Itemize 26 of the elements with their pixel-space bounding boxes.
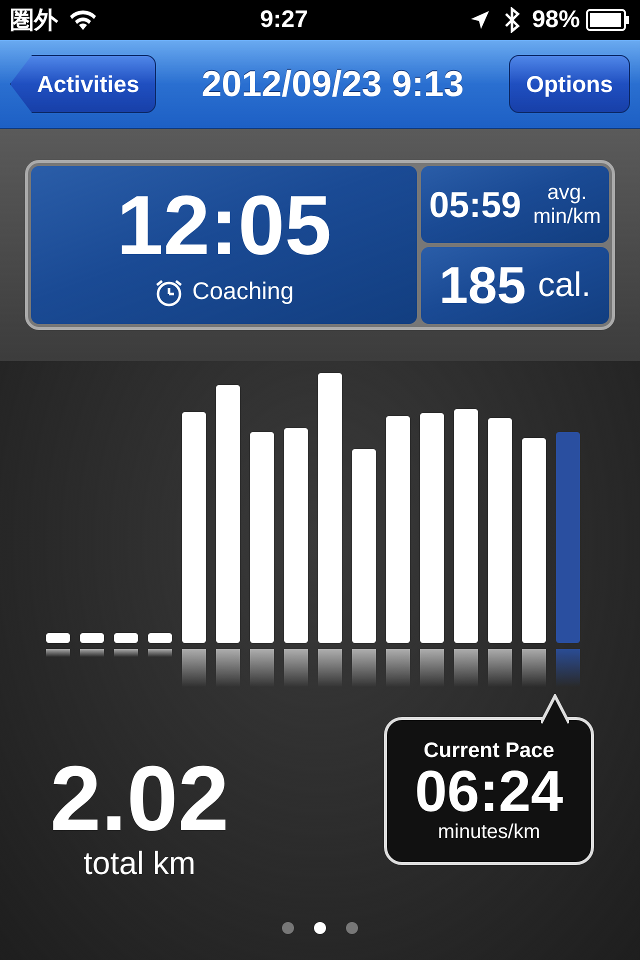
duration-value: 12:05 <box>116 183 332 267</box>
bluetooth-icon <box>504 7 520 33</box>
current-pace-unit: minutes/km <box>438 820 540 844</box>
distance-value: 2.02 <box>50 753 230 845</box>
status-time: 9:27 <box>260 6 308 34</box>
battery-level: 98% <box>532 6 580 34</box>
calories-value: 185 <box>439 256 526 316</box>
current-pace-value: 06:24 <box>414 762 564 820</box>
coaching-label: Coaching <box>192 278 294 306</box>
options-button[interactable]: Options <box>509 55 630 113</box>
page-dot[interactable] <box>314 922 326 934</box>
avg-pace-value: 05:59 <box>429 184 522 226</box>
page-dot[interactable] <box>346 922 358 934</box>
current-pace-title: Current Pace <box>424 738 554 762</box>
location-icon <box>470 10 490 30</box>
avg-label: avg. <box>547 180 587 204</box>
battery-icon <box>586 9 630 31</box>
calories-unit: cal. <box>538 266 591 305</box>
wifi-icon <box>68 9 98 31</box>
stopwatch-icon <box>154 277 184 307</box>
carrier-label: 圏外 <box>10 6 58 36</box>
distance-unit: total km <box>84 845 196 882</box>
back-button[interactable]: Activities <box>10 55 156 113</box>
nav-title: 2012/09/23 9:13 <box>202 63 464 105</box>
page-dot[interactable] <box>282 922 294 934</box>
pace-unit: min/km <box>533 204 601 228</box>
